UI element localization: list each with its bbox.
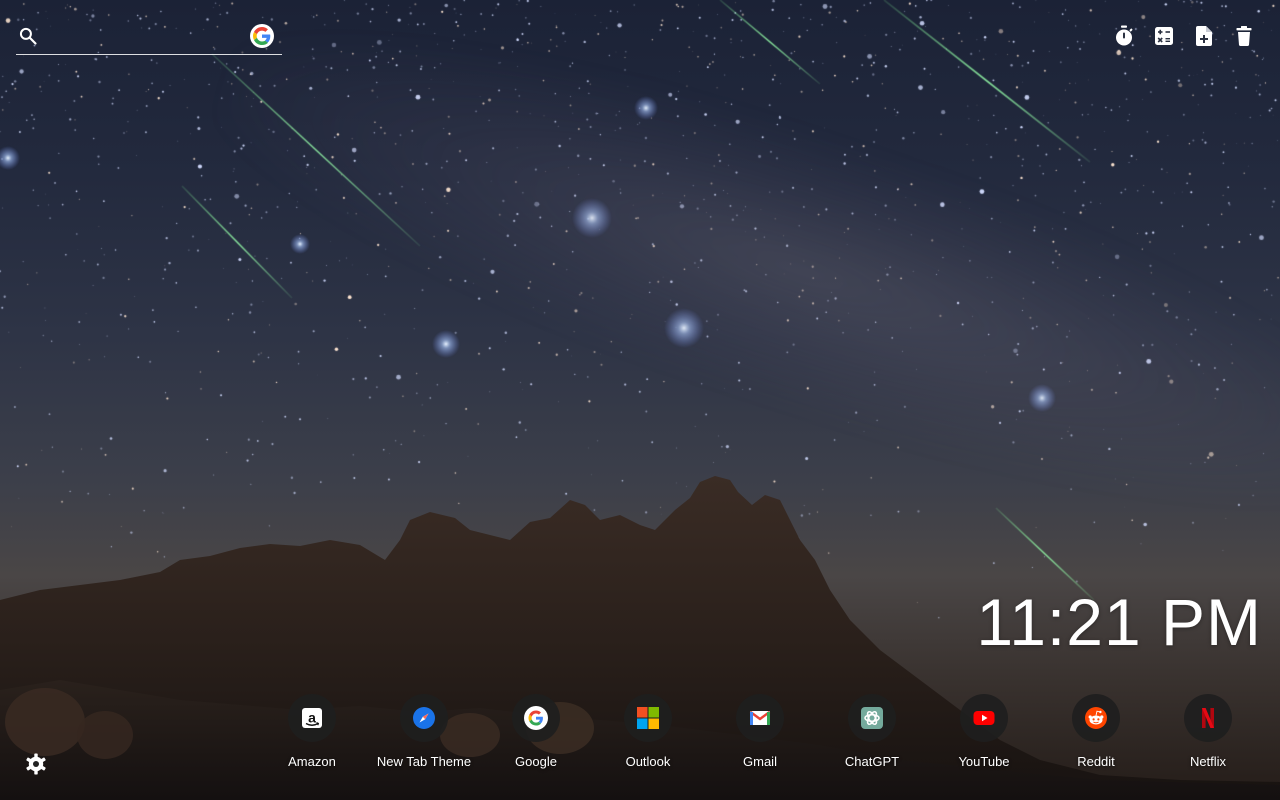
shortcut-new-tab-theme[interactable]: New Tab Theme: [368, 694, 480, 769]
shortcut-chatgpt[interactable]: ChatGPT: [816, 694, 928, 769]
shortcut-label: ChatGPT: [844, 754, 900, 769]
toolbar: [1112, 24, 1256, 48]
google-g-icon[interactable]: [250, 24, 274, 48]
shortcut-gmail[interactable]: Gmail: [704, 694, 816, 769]
microsoft-icon: [637, 707, 659, 729]
shortcut-label: Google: [515, 754, 557, 769]
shortcut-netflix[interactable]: Netflix: [1152, 694, 1264, 769]
shortcut-bar: a Amazon New Tab Theme Google Outlook Gm…: [256, 694, 1264, 774]
search-bar: [16, 20, 282, 55]
shortcut-label: Outlook: [625, 754, 671, 769]
shortcut-google[interactable]: Google: [480, 694, 592, 769]
chatgpt-icon: [861, 707, 883, 729]
shortcut-tile[interactable]: [512, 694, 560, 742]
shortcut-amazon[interactable]: a Amazon: [256, 694, 368, 769]
search-icon[interactable]: [18, 26, 38, 46]
shortcut-outlook[interactable]: Outlook: [592, 694, 704, 769]
shortcut-label: Gmail: [743, 754, 777, 769]
youtube-icon: [973, 711, 995, 725]
compass-icon: [413, 707, 435, 729]
shortcut-tile[interactable]: [848, 694, 896, 742]
google-g-icon: [524, 706, 548, 730]
shortcut-tile[interactable]: [960, 694, 1008, 742]
gear-icon[interactable]: [24, 752, 48, 776]
shortcut-tile[interactable]: [736, 694, 784, 742]
mountain-silhouette: [0, 476, 1280, 800]
svg-text:a: a: [308, 710, 316, 726]
shortcut-label: Netflix: [1189, 754, 1227, 769]
stopwatch-icon[interactable]: [1112, 24, 1136, 48]
shortcut-tile[interactable]: [1072, 694, 1120, 742]
gmail-icon: [749, 711, 771, 725]
reddit-icon: [1085, 707, 1107, 729]
shortcut-tile[interactable]: [400, 694, 448, 742]
shortcut-label: New Tab Theme: [376, 754, 472, 769]
new-tab-page: 11:21 PM a Amazon New Tab Theme Google O…: [0, 0, 1280, 800]
shortcut-label: Amazon: [288, 754, 336, 769]
clock-time: 11:21 PM: [976, 585, 1262, 659]
amazon-icon: a: [302, 708, 322, 728]
shortcut-reddit[interactable]: Reddit: [1040, 694, 1152, 769]
shortcut-label: Reddit: [1077, 754, 1115, 769]
calculator-icon[interactable]: [1152, 24, 1176, 48]
shortcut-tile[interactable]: [1184, 694, 1232, 742]
netflix-icon: [1202, 708, 1214, 728]
note-add-icon[interactable]: [1192, 24, 1216, 48]
shortcut-tile[interactable]: a: [288, 694, 336, 742]
search-input[interactable]: [50, 24, 244, 52]
shortcut-tile[interactable]: [624, 694, 672, 742]
shortcut-youtube[interactable]: YouTube: [928, 694, 1040, 769]
shortcut-label: YouTube: [958, 754, 1010, 769]
trash-icon[interactable]: [1232, 24, 1256, 48]
